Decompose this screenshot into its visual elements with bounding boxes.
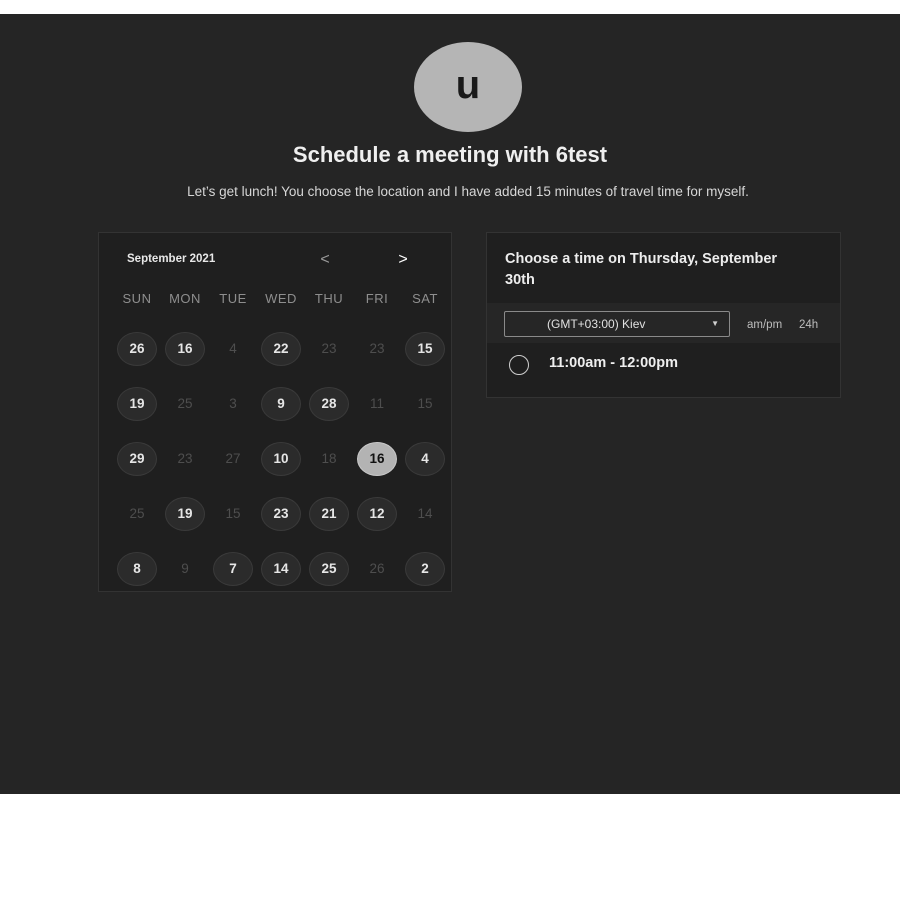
calendar-cell: 2: [401, 541, 449, 596]
calendar-cell: 23: [161, 431, 209, 486]
calendar-cell: 26: [353, 541, 401, 596]
time-slot-option[interactable]: 11:00am - 12:00pm: [487, 345, 840, 385]
calendar-cell: 16: [353, 431, 401, 486]
calendar-cell: 15: [401, 376, 449, 431]
calendar-day-unavailable: 23: [321, 341, 337, 356]
calendar-day-unavailable: 11: [369, 396, 384, 411]
calendar-day-unavailable: 18: [321, 451, 337, 466]
calendar-cell: 19: [161, 486, 209, 541]
calendar-cell: 25: [161, 376, 209, 431]
calendar-day-available[interactable]: 29: [117, 441, 157, 476]
calendar-day-selected[interactable]: 16: [357, 441, 397, 476]
calendar-day-available[interactable]: 14: [261, 551, 301, 586]
calendar-day-available[interactable]: 15: [405, 331, 445, 366]
scheduling-page: u Schedule a meeting with 6test Let’s ge…: [0, 14, 900, 794]
calendar-day-unavailable: 23: [369, 341, 385, 356]
calendar-cell: 23: [305, 321, 353, 376]
calendar-cell: 28: [305, 376, 353, 431]
calendar-day-unavailable: 3: [229, 396, 237, 411]
page-description: Let’s get lunch! You choose the location…: [187, 184, 749, 199]
weekday-label: SAT: [412, 291, 438, 306]
calendar-cell: 3: [209, 376, 257, 431]
ampm-format-toggle[interactable]: am/pm: [747, 319, 782, 331]
caret-down-icon: ▼: [711, 319, 719, 328]
calendar-cell: 15: [401, 321, 449, 376]
weekday-label: SUN: [122, 291, 152, 306]
calendar-days-grid: 26 16 4 22 23 23 15 19 25 3 9 28 11 15 29 23 27 10 18 16 4 25…: [113, 321, 449, 596]
calendar-day-unavailable: 26: [369, 561, 385, 576]
calendar-cell: 14: [257, 541, 305, 596]
calendar-month-label: September 2021: [127, 253, 216, 265]
calendar-day-available[interactable]: 23: [261, 496, 301, 531]
calendar-day-unavailable: 25: [129, 506, 145, 521]
calendar-cell: 22: [257, 321, 305, 376]
previous-month-button[interactable]: <: [313, 249, 337, 271]
calendar-day-available[interactable]: 21: [309, 496, 349, 531]
calendar-day-unavailable: 15: [417, 396, 433, 411]
calendar-day-unavailable: 15: [225, 506, 241, 521]
calendar-day-unavailable: 14: [417, 506, 433, 521]
calendar-day-available[interactable]: 2: [405, 551, 445, 586]
calendar-cell: 29: [113, 431, 161, 486]
weekday-label: THU: [314, 291, 344, 306]
calendar-cell: 26: [113, 321, 161, 376]
calendar-cell: 12: [353, 486, 401, 541]
timezone-select[interactable]: (GMT+03:00) Kiev ▼: [504, 311, 730, 337]
calendar-day-available[interactable]: 22: [261, 331, 301, 366]
calendar-day-unavailable: 23: [177, 451, 193, 466]
calendar-cell: 23: [257, 486, 305, 541]
date-picker: September 2021 < > SUN MON TUE WED THU FRI SAT…: [98, 232, 452, 592]
calendar-cell: 19: [113, 376, 161, 431]
calendar-cell: 4: [209, 321, 257, 376]
calendar-cell: 9: [257, 376, 305, 431]
calendar-cell: 7: [209, 541, 257, 596]
calendar-cell: 27: [209, 431, 257, 486]
calendar-cell: 4: [401, 431, 449, 486]
calendar-day-available[interactable]: 9: [261, 386, 301, 421]
timezone-row: (GMT+03:00) Kiev ▼ am/pm 24h: [487, 303, 840, 343]
calendar-day-unavailable: 4: [229, 341, 237, 356]
calendar-cell: 8: [113, 541, 161, 596]
calendar-cell: 15: [209, 486, 257, 541]
calendar-day-available[interactable]: 19: [165, 496, 205, 531]
calendar-day-available[interactable]: 10: [261, 441, 301, 476]
time-panel-heading: Choose a time on Thursday, September 30t…: [505, 251, 778, 288]
calendar-day-available[interactable]: 16: [165, 331, 205, 366]
24h-format-toggle[interactable]: 24h: [799, 319, 818, 331]
weekday-label: MON: [169, 291, 201, 306]
calendar-cell: 14: [401, 486, 449, 541]
calendar-cell: 23: [353, 321, 401, 376]
calendar-day-unavailable: 9: [181, 561, 189, 576]
next-month-button[interactable]: >: [391, 249, 415, 271]
calendar-cell: 9: [161, 541, 209, 596]
calendar-day-unavailable: 27: [225, 451, 241, 466]
timezone-value: (GMT+03:00) Kiev: [547, 317, 646, 331]
radio-button[interactable]: [509, 355, 529, 375]
calendar-cell: 25: [305, 541, 353, 596]
calendar-day-available[interactable]: 8: [117, 551, 157, 586]
calendar-day-available[interactable]: 7: [213, 551, 253, 586]
calendar-cell: 11: [353, 376, 401, 431]
calendar-cell: 18: [305, 431, 353, 486]
time-selection-panel: Choose a time on Thursday, September 30t…: [486, 232, 841, 398]
weekday-label: FRI: [365, 291, 389, 306]
calendar-day-available[interactable]: 26: [117, 331, 157, 366]
calendar-cell: 25: [113, 486, 161, 541]
calendar-day-available[interactable]: 25: [309, 551, 349, 586]
weekday-label: TUE: [219, 291, 247, 306]
weekday-label: WED: [265, 291, 297, 306]
calendar-day-available[interactable]: 28: [309, 386, 349, 421]
time-slot-label: 11:00am - 12:00pm: [549, 355, 678, 371]
calendar-day-available[interactable]: 12: [357, 496, 397, 531]
calendar-cell: 16: [161, 321, 209, 376]
avatar: u: [414, 42, 522, 132]
calendar-cell: 10: [257, 431, 305, 486]
calendar-day-unavailable: 25: [177, 396, 193, 411]
calendar-day-available[interactable]: 4: [405, 441, 445, 476]
weekday-header: SUN MON TUE WED THU FRI SAT: [113, 291, 449, 306]
calendar-cell: 21: [305, 486, 353, 541]
page-title: Schedule a meeting with 6test: [292, 142, 608, 167]
calendar-day-available[interactable]: 19: [117, 386, 157, 421]
